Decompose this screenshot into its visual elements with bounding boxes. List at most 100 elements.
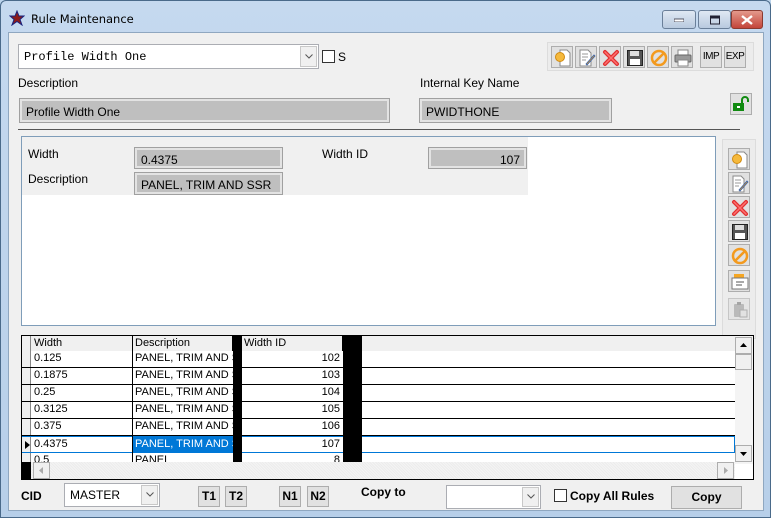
new-button[interactable]	[551, 46, 573, 68]
cell-description[interactable]: PANEL, TRIM AND S	[133, 401, 233, 418]
detail-panel: Width 0.4375 Width ID 107 Description PA…	[21, 136, 716, 326]
scroll-left-button[interactable]	[33, 462, 50, 479]
description-field[interactable]: Profile Width One	[19, 98, 390, 123]
cell-width[interactable]: 0.4375	[32, 436, 133, 453]
save-button[interactable]	[623, 46, 645, 68]
chevron-down-icon	[146, 492, 154, 497]
header-corner	[22, 336, 31, 351]
width-id-field[interactable]: 107	[428, 147, 527, 169]
triangle-left-icon	[39, 467, 43, 474]
cell-width-id[interactable]: 107	[242, 436, 343, 453]
copy-button[interactable]: Copy	[671, 486, 742, 509]
maximize-button[interactable]	[698, 10, 731, 29]
cid-select[interactable]: MASTER	[64, 483, 160, 507]
cell-description[interactable]: PANEL, TRIM AND S	[133, 350, 233, 367]
rule-select-dropdown[interactable]	[300, 46, 317, 67]
delete-x-icon	[732, 200, 748, 216]
copy-to-label: Copy to	[361, 485, 406, 499]
new-document-icon	[555, 49, 571, 67]
row-selector[interactable]	[22, 385, 31, 401]
delete-button[interactable]	[599, 46, 621, 68]
cell-width[interactable]: 0.375	[32, 418, 133, 435]
cell-width[interactable]: 0.3125	[32, 401, 133, 418]
cell-width[interactable]: 0.125	[32, 350, 133, 367]
cid-dropdown[interactable]	[141, 485, 158, 505]
column-header-description[interactable]: Description	[133, 336, 233, 351]
cid-label: CID	[21, 489, 42, 503]
vertical-scrollbar[interactable]	[735, 336, 753, 464]
unlocked-padlock-icon	[733, 96, 749, 111]
s-checkbox[interactable]	[322, 50, 335, 63]
s-checkbox-label: S	[338, 50, 347, 64]
cell-description[interactable]: PANEL, TRIM AND S	[133, 384, 233, 401]
new-document-icon	[732, 151, 748, 169]
internal-key-field[interactable]: PWIDTHONE	[419, 98, 612, 123]
record-delete-button[interactable]	[728, 196, 750, 218]
scroll-thumb[interactable]	[735, 354, 752, 370]
rule-maintenance-window: Rule Maintenance Profile Width One S IMP…	[0, 0, 771, 518]
scroll-down-button[interactable]	[735, 445, 752, 462]
edit-document-icon	[732, 175, 749, 193]
horizontal-scrollbar[interactable]	[31, 462, 735, 479]
scroll-right-button[interactable]	[717, 462, 734, 479]
row-selector[interactable]	[22, 402, 31, 418]
record-cancel-button[interactable]	[728, 244, 750, 266]
record-save-button[interactable]	[728, 220, 750, 242]
row-selector[interactable]	[22, 351, 31, 367]
close-button[interactable]	[731, 10, 763, 29]
column-header-width-id[interactable]: Width ID	[242, 336, 343, 351]
n2-button[interactable]: N2	[307, 486, 329, 507]
cancel-button[interactable]	[647, 46, 669, 68]
cell-width-id[interactable]: 105	[242, 401, 343, 418]
minimize-button[interactable]	[662, 10, 696, 29]
t2-button[interactable]: T2	[225, 486, 247, 507]
width-id-label: Width ID	[322, 147, 369, 161]
copy-record-icon	[731, 274, 749, 290]
record-copy-button[interactable]	[728, 270, 750, 292]
rule-select[interactable]: Profile Width One	[18, 44, 319, 69]
table-row[interactable]: 0.4375 PANEL, TRIM AND S 107	[22, 436, 735, 453]
minimize-icon	[674, 18, 684, 22]
record-edit-button[interactable]	[728, 172, 750, 194]
cell-description[interactable]: PANEL, TRIM AND S	[133, 436, 233, 453]
cell-width[interactable]: 0.1875	[32, 367, 133, 384]
chevron-down-icon	[305, 53, 313, 59]
cid-select-value: MASTER	[70, 488, 121, 502]
table-row[interactable]: 0.3125 PANEL, TRIM AND S 105	[22, 401, 735, 419]
scroll-up-button[interactable]	[735, 337, 752, 354]
record-new-button[interactable]	[728, 148, 750, 170]
cell-width-id[interactable]: 103	[242, 367, 343, 384]
width-field[interactable]: 0.4375	[134, 147, 283, 169]
export-button[interactable]: EXP	[724, 46, 746, 68]
main-toolbar: IMP EXP	[547, 42, 754, 71]
lock-button[interactable]	[730, 93, 752, 115]
table-row[interactable]: 0.25 PANEL, TRIM AND S 104	[22, 384, 735, 402]
cell-width-id[interactable]: 104	[242, 384, 343, 401]
print-button[interactable]	[671, 46, 693, 68]
import-button[interactable]: IMP	[700, 46, 722, 68]
cell-width-id[interactable]: 102	[242, 350, 343, 367]
column-header-width[interactable]: Width	[32, 336, 133, 351]
copy-all-rules-checkbox[interactable]	[554, 489, 567, 502]
maximize-icon	[709, 15, 720, 24]
row-selector[interactable]	[22, 437, 31, 452]
edit-button[interactable]	[575, 46, 597, 68]
copy-to-select[interactable]	[446, 485, 541, 509]
copy-to-dropdown[interactable]	[522, 487, 539, 507]
cell-description[interactable]: PANEL, TRIM AND S	[133, 418, 233, 435]
edit-document-icon	[579, 49, 596, 67]
cell-description[interactable]: PANEL, TRIM AND S	[133, 367, 233, 384]
grid-separator-column	[343, 336, 362, 462]
table-row[interactable]: 0.1875 PANEL, TRIM AND S 103	[22, 367, 735, 385]
row-selector[interactable]	[22, 419, 31, 435]
row-selector[interactable]	[22, 368, 31, 384]
detail-description-field[interactable]: PANEL, TRIM AND SSR	[134, 172, 283, 195]
n1-button[interactable]: N1	[279, 486, 301, 507]
table-row[interactable]: 0.125 PANEL, TRIM AND S 102	[22, 350, 735, 368]
t1-button[interactable]: T1	[198, 486, 220, 507]
table-row[interactable]: 0.375 PANEL, TRIM AND S 106	[22, 418, 735, 436]
cancel-circle-icon	[731, 247, 749, 265]
cell-width-id[interactable]: 106	[242, 418, 343, 435]
detail-form: Width 0.4375 Width ID 107 Description PA…	[22, 137, 528, 195]
cell-width[interactable]: 0.25	[32, 384, 133, 401]
